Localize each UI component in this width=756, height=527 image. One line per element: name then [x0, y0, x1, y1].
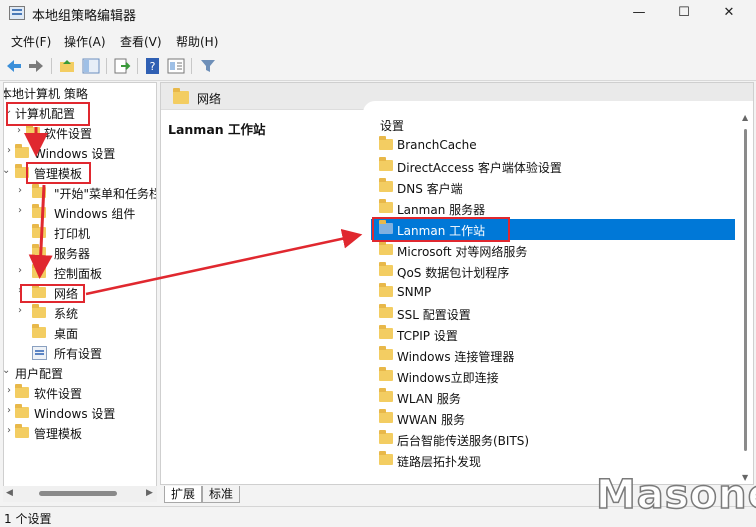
- toolbar: ?: [0, 53, 756, 81]
- folder-icon: [32, 264, 46, 278]
- folder-icon: [15, 144, 29, 158]
- folder-icon: [32, 224, 46, 238]
- list-item[interactable]: SNMP: [371, 282, 735, 303]
- column-header-setting[interactable]: 设置: [380, 117, 404, 134]
- folder-icon: [379, 325, 393, 339]
- list-item[interactable]: Windows立即连接: [371, 366, 735, 387]
- list-item[interactable]: Windows 连接管理器: [371, 345, 735, 366]
- folder-icon: [379, 451, 393, 465]
- folder-icon: [379, 241, 393, 255]
- folder-icon: [15, 424, 29, 438]
- tab-extended[interactable]: 扩展: [164, 486, 203, 503]
- list-item[interactable]: DirectAccess 客户端体验设置: [371, 156, 735, 177]
- back-arrow-icon[interactable]: [5, 57, 23, 75]
- list-item[interactable]: Lanman 服务器: [371, 198, 735, 219]
- menu-bar: 文件(F) 操作(A) 查看(V) 帮助(H): [0, 30, 756, 52]
- scroll-right-icon[interactable]: ▶: [146, 488, 153, 498]
- pane-header-title: 网络: [197, 92, 222, 106]
- annotation-box-network: [20, 284, 85, 303]
- annotation-box-admin-templates: [26, 162, 91, 184]
- folder-icon: [379, 367, 393, 381]
- settings-vertical-scrollbar[interactable]: ▲ ▼: [739, 111, 753, 484]
- folder-icon: [379, 346, 393, 360]
- folder-icon: [15, 404, 29, 418]
- list-item[interactable]: Microsoft 对等网络服务: [371, 240, 735, 261]
- gpedit-app-icon: [9, 6, 25, 20]
- list-item[interactable]: TCPIP 设置: [371, 324, 735, 345]
- settings-list[interactable]: 设置 BranchCache DirectAccess 客户端体验设置 DNS …: [363, 101, 753, 484]
- list-item[interactable]: 后台智能传送服务(BITS): [371, 429, 735, 450]
- all-settings-icon: [32, 346, 47, 360]
- scroll-left-icon[interactable]: ◀: [6, 488, 13, 498]
- expand-chevron-icon[interactable]: ›: [17, 125, 21, 136]
- folder-icon: [32, 244, 46, 258]
- export-list-icon[interactable]: [113, 57, 131, 75]
- expand-chevron-icon[interactable]: ›: [18, 305, 22, 316]
- tree-horizontal-scrollbar[interactable]: ◀ ▶: [3, 486, 157, 502]
- folder-icon: [32, 324, 46, 338]
- folder-icon: [15, 384, 29, 398]
- folder-icon: [26, 124, 40, 138]
- expand-chevron-icon[interactable]: ›: [18, 205, 22, 216]
- folder-icon: [379, 157, 393, 171]
- expand-chevron-icon[interactable]: ›: [7, 145, 11, 156]
- title-bar: 本地组策略编辑器 — ☐ ✕: [0, 0, 756, 28]
- folder-icon: [379, 388, 393, 402]
- annotation-box-computer-config: [6, 102, 90, 126]
- expand-chevron-icon[interactable]: ›: [18, 265, 22, 276]
- collapse-chevron-icon[interactable]: ⌄: [4, 165, 10, 176]
- folder-icon: [379, 178, 393, 192]
- minimize-button[interactable]: —: [616, 0, 662, 28]
- show-hide-tree-icon[interactable]: [82, 57, 100, 75]
- maximize-button[interactable]: ☐: [661, 0, 707, 28]
- list-item[interactable]: DNS 客户端: [371, 177, 735, 198]
- expand-chevron-icon[interactable]: ›: [7, 425, 11, 436]
- menu-help[interactable]: 帮助(H): [176, 33, 218, 50]
- tab-standard[interactable]: 标准: [202, 486, 241, 503]
- menu-action[interactable]: 操作(A): [64, 33, 106, 50]
- forward-arrow-icon[interactable]: [27, 57, 45, 75]
- expand-chevron-icon[interactable]: ›: [7, 385, 11, 396]
- settings-pane: 网络 Lanman 工作站 设置 BranchCache DirectAcces…: [160, 82, 754, 485]
- menu-view[interactable]: 查看(V): [120, 33, 162, 50]
- list-item[interactable]: SSL 配置设置: [371, 303, 735, 324]
- svg-text:?: ?: [150, 60, 156, 73]
- list-item[interactable]: 链路层拓扑发现: [371, 450, 735, 471]
- list-item[interactable]: QoS 数据包计划程序: [371, 261, 735, 282]
- filter-icon[interactable]: [199, 57, 217, 75]
- folder-icon: [379, 262, 393, 276]
- expand-chevron-icon[interactable]: ›: [18, 185, 22, 196]
- list-item[interactable]: BranchCache: [371, 135, 735, 156]
- expand-chevron-icon[interactable]: ›: [7, 405, 11, 416]
- folder-icon: [379, 409, 393, 423]
- window-title: 本地组策略编辑器: [32, 9, 137, 24]
- folder-icon: [379, 430, 393, 444]
- up-folder-icon[interactable]: [58, 57, 76, 75]
- folder-icon: [32, 184, 46, 198]
- list-item[interactable]: WLAN 服务: [371, 387, 735, 408]
- scroll-thumb[interactable]: [744, 129, 747, 451]
- annotation-box-lanman-workstation: [372, 217, 510, 242]
- status-text: 1 个设置: [4, 512, 52, 526]
- description-title: Lanman 工作站: [168, 122, 266, 137]
- scroll-up-icon[interactable]: ▲: [742, 113, 748, 122]
- folder-icon: [32, 204, 46, 218]
- folder-icon: [379, 304, 393, 318]
- folder-icon: [379, 136, 393, 150]
- list-item[interactable]: WWAN 服务: [371, 408, 735, 429]
- menu-file[interactable]: 文件(F): [11, 33, 51, 50]
- folder-icon: [173, 88, 189, 104]
- watermark: Masone: [595, 471, 756, 519]
- folder-icon: [32, 304, 46, 318]
- close-button[interactable]: ✕: [706, 0, 752, 28]
- properties-icon[interactable]: [167, 57, 185, 75]
- scroll-thumb[interactable]: [39, 491, 117, 496]
- folder-icon: [379, 283, 393, 297]
- folder-icon: [379, 199, 393, 213]
- collapse-chevron-icon[interactable]: ⌄: [4, 365, 10, 376]
- help-icon[interactable]: ?: [144, 57, 162, 75]
